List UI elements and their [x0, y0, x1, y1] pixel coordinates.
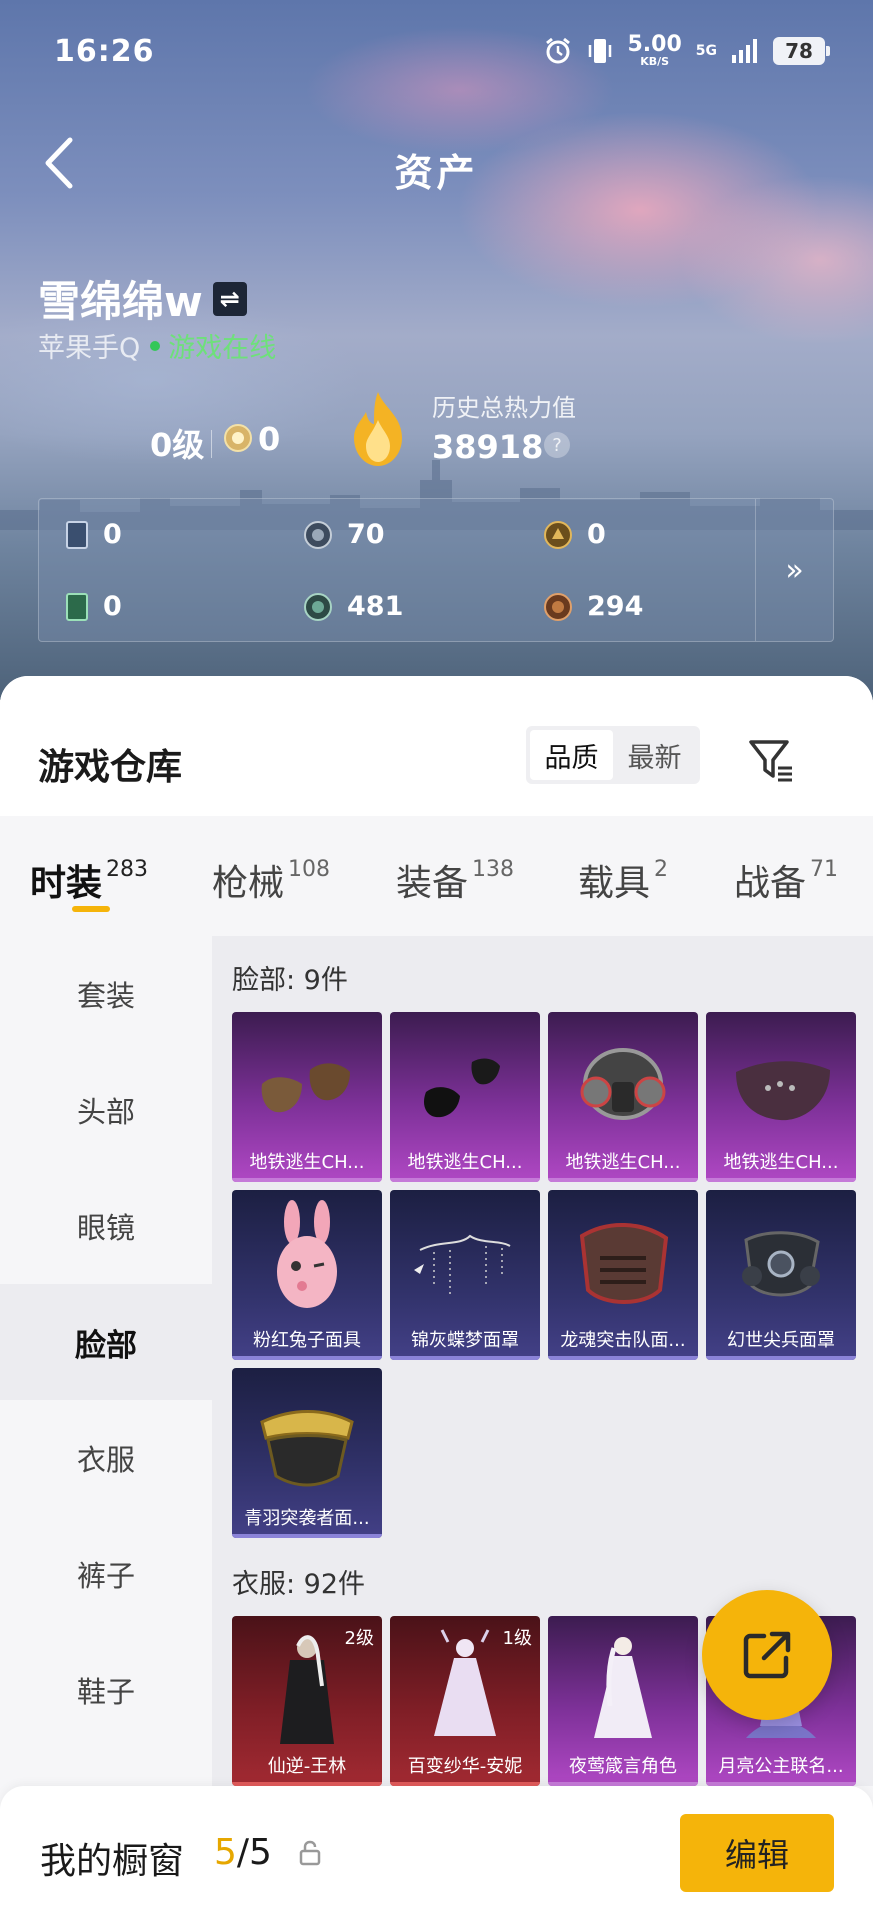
respirator-icon: [742, 1231, 820, 1297]
dragon-mask-icon: [579, 1223, 669, 1304]
tab-supplies[interactable]: 战备 71: [734, 854, 838, 906]
help-icon[interactable]: ?: [544, 432, 570, 458]
tab-vehicles[interactable]: 载具 2: [578, 854, 668, 906]
alarm-icon: [546, 37, 571, 63]
status-icons: 5.00 KB/S 5G 78: [543, 32, 830, 68]
page-title: 资产: [394, 151, 479, 195]
green-card-icon: [66, 592, 88, 621]
bunny-mask-icon: [277, 1200, 337, 1308]
lock-icon: [299, 1840, 321, 1866]
sidebar-item-clothes[interactable]: 衣服: [0, 1400, 212, 1516]
status-bar: 16:26 5.00 KB/S 5G 78: [0, 0, 873, 100]
item-card[interactable]: 1级 百变纱华-安妮: [390, 1616, 540, 1786]
item-card[interactable]: 地铁逃生CH...: [548, 1012, 698, 1182]
heat-value: 38918: [432, 428, 544, 466]
signal-icon: [732, 38, 757, 63]
item-card[interactable]: 幻世尖兵面罩: [706, 1190, 856, 1360]
sidebar-item-shoes[interactable]: 鞋子: [0, 1632, 212, 1748]
currency-item: 481: [303, 591, 403, 622]
showcase-bar: 我的橱窗 5/5 编辑: [0, 1786, 873, 1920]
rank-value: 0: [258, 420, 281, 458]
currency-item: 70: [303, 519, 385, 550]
tab-guns[interactable]: 枪械 108: [212, 854, 330, 906]
section-label-face: 脸部: 9件: [232, 965, 348, 996]
switch-account-icon[interactable]: ⇌: [212, 281, 247, 316]
currency-item: 0: [543, 519, 606, 550]
goggle-mask-icon: [260, 1410, 354, 1487]
showcase-count: 5/5: [214, 1832, 272, 1873]
user-status: 苹果手Q 游戏在线: [38, 326, 276, 365]
coat-figure-icon: [280, 1635, 334, 1744]
flame-icon: [354, 392, 402, 466]
mask-studded-icon: [736, 1061, 830, 1121]
sidebar-item-face[interactable]: 脸部: [0, 1284, 212, 1400]
sidebar-item-glasses[interactable]: 眼镜: [0, 1168, 212, 1284]
item-card[interactable]: 地铁逃生CH...: [232, 1012, 382, 1182]
showcase-label: 我的橱窗: [40, 1841, 185, 1882]
item-card[interactable]: 地铁逃生CH...: [390, 1012, 540, 1182]
user-name-row: 雪绵绵w ⇌: [38, 268, 247, 329]
warehouse-title: 游戏仓库: [38, 747, 183, 788]
gold-badge-icon: [544, 520, 572, 549]
filter-icon[interactable]: [746, 734, 796, 784]
vibrate-icon: [589, 38, 612, 63]
item-card[interactable]: 地铁逃生CH...: [706, 1012, 856, 1182]
item-card[interactable]: 夜莺箴言角色: [548, 1616, 698, 1786]
player-level: 0级: [150, 426, 205, 464]
currency-item: 294: [543, 591, 643, 622]
currency-more-button[interactable]: »: [755, 499, 833, 641]
network-type: 5G: [695, 42, 717, 59]
mask-black-icon: [424, 1058, 500, 1118]
sort-toggle: 品质 最新: [526, 726, 700, 784]
rank-badge-icon: [224, 424, 252, 452]
sidebar-item-pants[interactable]: 裤子: [0, 1516, 212, 1632]
online-status: 游戏在线: [168, 333, 277, 364]
currency-item: 0: [65, 519, 122, 550]
clock: 16:26: [54, 34, 155, 69]
item-card[interactable]: 龙魂突击队面...: [548, 1190, 698, 1360]
mask-brown-icon: [261, 1063, 350, 1113]
divider: [211, 430, 212, 458]
currency-item: 0: [65, 591, 122, 622]
username: 雪绵绵w: [38, 277, 203, 326]
tab-fashion[interactable]: 时装 283: [30, 854, 148, 906]
green-coin-icon: [304, 592, 332, 621]
gas-mask-icon: [580, 1048, 666, 1120]
edit-button[interactable]: 编辑: [680, 1814, 834, 1892]
item-card[interactable]: 锦灰蝶梦面罩: [390, 1190, 540, 1360]
battery-indicator: 78: [773, 36, 830, 65]
warehouse-header: 游戏仓库 品质 最新: [0, 676, 873, 816]
category-tabs: 时装 283 枪械 108 装备 138 载具 2 战备 71: [0, 816, 873, 936]
gown-figure-icon: [594, 1637, 652, 1738]
currency-panel: 0 70 0 0 481 294 »: [38, 498, 834, 642]
tab-gear[interactable]: 装备 138: [396, 854, 514, 906]
online-dot-icon: [150, 340, 161, 351]
dress-figure-icon: [434, 1629, 496, 1736]
butterfly-veil-icon: [414, 1234, 511, 1296]
sub-category-nav: 套装 头部 眼镜 脸部 衣服 裤子 鞋子: [0, 936, 212, 1920]
share-button[interactable]: [702, 1590, 832, 1720]
item-card[interactable]: 青羽突袭者面...: [232, 1368, 382, 1538]
card-icon: [66, 520, 88, 549]
share-icon: [743, 1631, 791, 1679]
sort-quality[interactable]: 品质: [530, 730, 613, 780]
network-speed: 5.00 KB/S: [627, 32, 682, 68]
sidebar-item-suit[interactable]: 套装: [0, 936, 212, 1052]
section-label-clothes: 衣服: 92件: [232, 1569, 366, 1600]
platform-label: 苹果手Q: [38, 333, 141, 364]
sort-newest[interactable]: 最新: [613, 730, 696, 780]
bronze-coin-icon: [544, 592, 572, 621]
sidebar-item-head[interactable]: 头部: [0, 1052, 212, 1168]
item-card[interactable]: 2级 仙逆-王林: [232, 1616, 382, 1786]
heat-label: 历史总热力值: [432, 394, 576, 422]
item-card[interactable]: 粉红兔子面具: [232, 1190, 382, 1360]
active-tab-indicator: [72, 906, 110, 912]
coin-icon: [304, 520, 332, 549]
